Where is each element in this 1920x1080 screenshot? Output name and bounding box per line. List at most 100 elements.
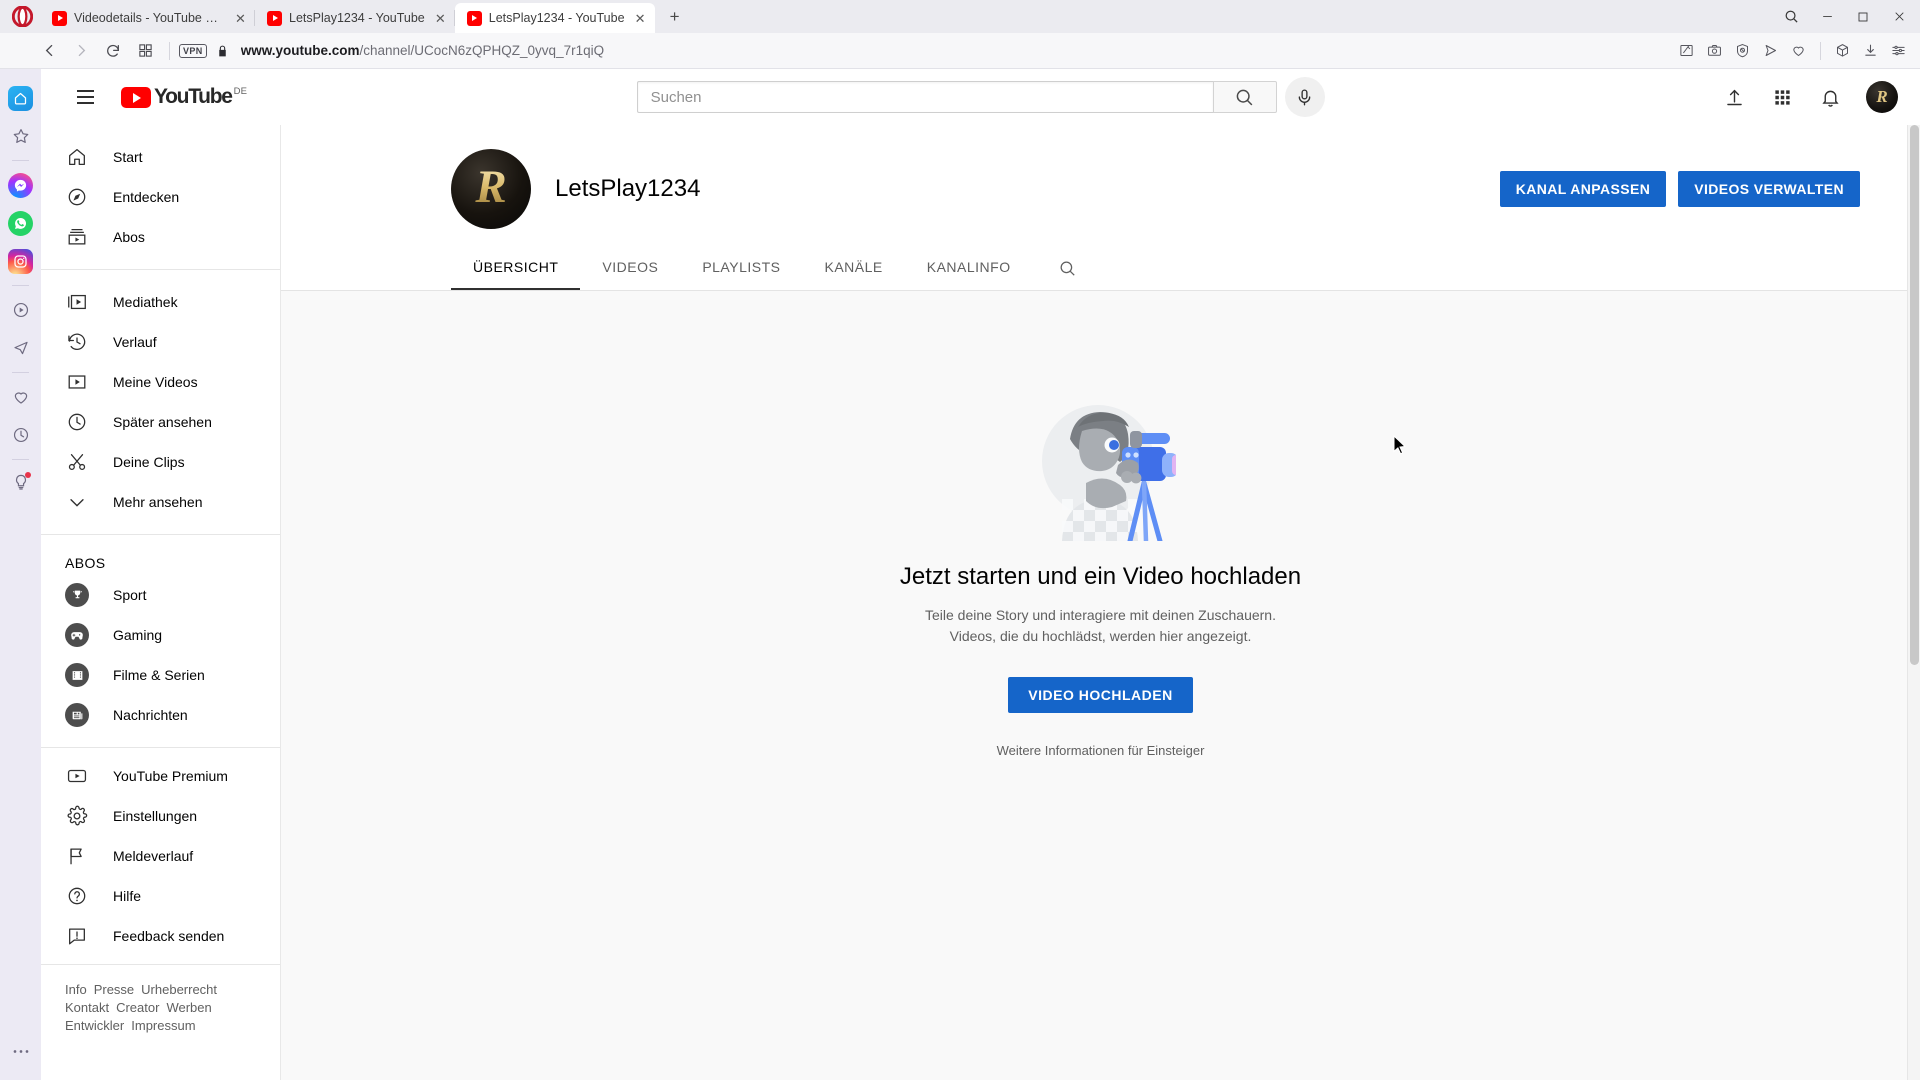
tab-playlists[interactable]: PLAYLISTS <box>680 247 802 290</box>
sidebar-item-feedback-senden[interactable]: Feedback senden <box>41 916 280 956</box>
sidebar-item-meine-videos[interactable]: Meine Videos <box>41 362 280 402</box>
sidebar-item-filme-serien[interactable]: Filme & Serien <box>41 655 280 695</box>
upload-video-icon[interactable] <box>1714 77 1754 117</box>
sidebar-item-nachrichten[interactable]: Nachrichten <box>41 695 280 735</box>
tips-bulb-icon[interactable] <box>0 465 41 503</box>
youtube-logo[interactable]: YouTube DE <box>121 84 247 110</box>
opera-logo-icon[interactable] <box>4 0 40 33</box>
youtube-body: Start Entdecken Abos Mediathek Verlauf M… <box>41 125 1920 1080</box>
address-bar[interactable]: www.youtube.com/channel/UCocN6zQPHQZ_0yv… <box>241 43 1671 58</box>
sidebar-divider <box>12 285 29 286</box>
edit-pen-icon[interactable] <box>1673 38 1700 64</box>
scrollbar-thumb[interactable] <box>1910 125 1919 665</box>
notifications-bell-icon[interactable] <box>1810 77 1850 117</box>
sidebar-item-verlauf[interactable]: Verlauf <box>41 322 280 362</box>
new-tab-button[interactable]: + <box>661 3 689 31</box>
sidebar-item-sport[interactable]: Sport <box>41 575 280 615</box>
footer-link-creator[interactable]: Creator <box>116 1000 159 1015</box>
bookmarks-star-icon[interactable] <box>0 117 41 155</box>
browser-tab[interactable]: Videodetails - YouTube St... ✕ <box>40 3 255 33</box>
close-icon[interactable]: ✕ <box>232 10 249 27</box>
maximize-icon[interactable] <box>1846 2 1880 32</box>
easy-setup-sliders-icon[interactable] <box>1885 38 1912 64</box>
url-domain: www.youtube.com <box>240 43 360 58</box>
footer-link-presse[interactable]: Presse <box>94 982 134 997</box>
back-arrow-icon[interactable] <box>34 37 64 65</box>
tab-overview-grid-icon[interactable] <box>130 37 160 65</box>
hamburger-menu-icon[interactable] <box>65 77 105 117</box>
tab-kanalinfo[interactable]: KANALINFO <box>905 247 1033 290</box>
tab-uebersicht[interactable]: ÜBERSICHT <box>451 247 581 290</box>
instagram-icon[interactable] <box>0 242 41 280</box>
history-clock-icon[interactable] <box>0 416 41 454</box>
forward-arrow-icon[interactable] <box>66 37 96 65</box>
sidebar-item-youtube-premium[interactable]: YouTube Premium <box>41 756 280 796</box>
download-icon[interactable] <box>1857 38 1884 64</box>
heart-icon[interactable] <box>1785 38 1812 64</box>
opera-home-icon[interactable] <box>0 79 41 117</box>
youtube-country-code: DE <box>233 86 248 97</box>
crypto-wallet-cube-icon[interactable] <box>1829 38 1856 64</box>
sidebar-item-spaeter-ansehen[interactable]: Später ansehen <box>41 402 280 442</box>
lock-icon[interactable] <box>216 44 229 58</box>
whatsapp-icon[interactable] <box>0 204 41 242</box>
reload-icon[interactable] <box>98 37 128 65</box>
tab-search-icon[interactable] <box>1774 2 1808 32</box>
customize-channel-button[interactable]: KANAL ANPASSEN <box>1499 171 1667 207</box>
youtube-wordmark: YouTube <box>154 85 233 108</box>
sidebar-item-label: Filme & Serien <box>113 667 205 683</box>
page-scrollbar[interactable] <box>1907 125 1920 1080</box>
footer-link-kontakt[interactable]: Kontakt <box>65 1000 109 1015</box>
browser-tab[interactable]: LetsPlay1234 - YouTube ✕ <box>255 3 455 33</box>
voice-search-microphone-icon[interactable] <box>1284 77 1325 117</box>
search-submit-button[interactable] <box>1212 81 1277 113</box>
gear-icon <box>65 804 89 828</box>
upload-video-button[interactable]: VIDEO HOCHLADEN <box>1008 677 1193 713</box>
footer-link-info[interactable]: Info <box>65 982 87 997</box>
sidebar-item-entdecken[interactable]: Entdecken <box>41 177 280 217</box>
minimize-icon[interactable] <box>1810 2 1844 32</box>
tab-kanaele[interactable]: KANÄLE <box>802 247 904 290</box>
youtube-favicon <box>466 10 482 26</box>
sidebar-item-hilfe[interactable]: Hilfe <box>41 876 280 916</box>
heart-icon[interactable] <box>0 378 41 416</box>
tab-videos[interactable]: VIDEOS <box>580 247 680 290</box>
account-avatar[interactable]: R <box>1866 81 1898 113</box>
send-share-icon[interactable] <box>1757 38 1784 64</box>
gamepad-icon <box>65 623 89 647</box>
camera-snapshot-icon[interactable] <box>1701 38 1728 64</box>
browser-tab-active[interactable]: LetsPlay1234 - YouTube ✕ <box>454 3 655 33</box>
close-window-icon[interactable] <box>1882 2 1916 32</box>
sidebar-item-abos[interactable]: Abos <box>41 217 280 257</box>
telegram-icon[interactable] <box>0 329 41 367</box>
close-icon[interactable]: ✕ <box>632 10 649 27</box>
sidebar-item-label: Einstellungen <box>113 808 198 824</box>
adblock-shield-icon[interactable] <box>1729 38 1756 64</box>
youtube-premium-icon <box>65 764 89 788</box>
footer-link-werben[interactable]: Werben <box>166 1000 211 1015</box>
sidebar-item-mehr-ansehen[interactable]: Mehr ansehen <box>41 482 280 522</box>
youtube-apps-grid-icon[interactable] <box>1762 77 1802 117</box>
sidebar-item-label: Meine Videos <box>113 374 198 390</box>
footer-link-entwickler[interactable]: Entwickler <box>65 1018 124 1033</box>
channel-avatar[interactable]: R <box>451 149 531 229</box>
sidebar-item-meldeverlauf[interactable]: Meldeverlauf <box>41 836 280 876</box>
opera-menu-dots-icon[interactable] <box>0 1032 41 1070</box>
sidebar-item-label: Sport <box>113 587 147 603</box>
beginner-info-link[interactable]: Weitere Informationen für Einsteiger <box>997 743 1205 758</box>
search-input[interactable] <box>636 81 1213 113</box>
close-icon[interactable]: ✕ <box>432 10 449 27</box>
footer-link-impressum[interactable]: Impressum <box>131 1018 195 1033</box>
masthead-buttons: R <box>1714 77 1904 117</box>
sidebar-item-mediathek[interactable]: Mediathek <box>41 282 280 322</box>
manage-videos-button[interactable]: VIDEOS VERWALTEN <box>1678 171 1860 207</box>
vpn-badge[interactable]: VPN <box>179 43 207 58</box>
sidebar-item-deine-clips[interactable]: Deine Clips <box>41 442 280 482</box>
channel-search-icon[interactable] <box>1051 252 1085 286</box>
player-icon[interactable] <box>0 291 41 329</box>
footer-link-urheberrecht[interactable]: Urheberrecht <box>141 982 217 997</box>
messenger-icon[interactable] <box>0 166 41 204</box>
sidebar-item-start[interactable]: Start <box>41 137 280 177</box>
sidebar-item-gaming[interactable]: Gaming <box>41 615 280 655</box>
sidebar-item-einstellungen[interactable]: Einstellungen <box>41 796 280 836</box>
